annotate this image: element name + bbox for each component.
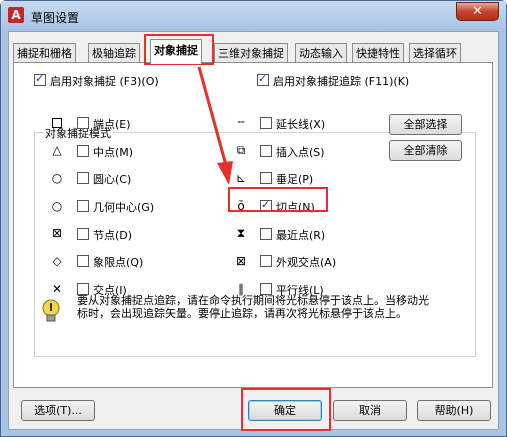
extension-checkbox[interactable] <box>260 117 272 129</box>
nearest-icon: ⧗ <box>236 226 246 240</box>
diamond-icon: ◇ <box>52 254 62 268</box>
node-checkbox[interactable] <box>77 228 89 240</box>
tab-dynamic-input[interactable]: 动态输入 <box>295 43 347 63</box>
insertion-label: 插入点(S) <box>276 146 325 159</box>
nearest-checkbox[interactable] <box>260 228 272 240</box>
apparent-intersection-checkbox[interactable] <box>260 255 272 267</box>
tracking-hint-text: 要从对象捕捉点追踪，请在命令执行期间将光标悬停于该点上。当移动光标时，会出现追踪… <box>77 294 429 320</box>
options-button[interactable]: 选项(T)... <box>21 400 95 421</box>
endpoint-label: 端点(E) <box>93 118 131 131</box>
dialog-body: 捕捉和栅格 极轴追踪 对象捕捉 三维对象捕捉 动态输入 快捷特性 选择循环 启用… <box>8 31 499 430</box>
object-snap-panel: 启用对象捕捉 (F3)(O) 启用对象捕捉追踪 (F11)(K) 对象捕捉模式 … <box>13 62 493 388</box>
center-checkbox[interactable] <box>77 172 89 184</box>
drafting-settings-dialog: A 草图设置 ✕ 捕捉和栅格 极轴追踪 对象捕捉 三维对象捕捉 动态输入 快捷特… <box>0 0 507 437</box>
node-label: 节点(D) <box>93 229 133 242</box>
ok-highlight-box <box>241 388 331 431</box>
tab-quick-properties[interactable]: 快捷特性 <box>352 43 404 63</box>
lightbulb-icon <box>42 299 60 322</box>
extension-label: 延长线(X) <box>276 118 326 131</box>
pointer-arrow-icon <box>197 66 233 185</box>
nearest-label: 最近点(R) <box>276 229 326 242</box>
geometric-center-checkbox[interactable] <box>77 200 89 212</box>
endpoint-checkbox[interactable] <box>77 117 89 129</box>
tab-3d-object-snap[interactable]: 三维对象捕捉 <box>214 43 288 63</box>
close-button[interactable]: ✕ <box>456 2 499 21</box>
perpendicular-checkbox[interactable] <box>260 172 272 184</box>
quadrant-checkbox[interactable] <box>77 255 89 267</box>
title-bar: A 草图设置 ✕ <box>1 1 506 31</box>
tab-object-snap[interactable]: 对象捕捉 <box>150 39 202 64</box>
enable-osnap-checkbox[interactable] <box>34 72 46 86</box>
enable-tracking-checkbox[interactable] <box>257 72 269 86</box>
square-icon <box>50 116 64 130</box>
midpoint-label: 中点(M) <box>93 146 134 159</box>
tab-selection-cycling[interactable]: 选择循环 <box>409 43 461 63</box>
triangle-icon: △ <box>52 143 62 157</box>
center-label: 圆心(C) <box>93 173 132 186</box>
clear-all-button[interactable]: 全部清除 <box>389 140 462 161</box>
quadrant-label: 象限点(Q) <box>93 256 144 269</box>
enable-tracking-label: 启用对象捕捉追踪 (F11)(K) <box>273 75 410 88</box>
cross-icon: ✕ <box>51 282 63 296</box>
apparent-intersection-label: 外观交点(A) <box>276 256 337 269</box>
tab-polar-tracking[interactable]: 极轴追踪 <box>88 43 140 63</box>
help-button[interactable]: 帮助(H) <box>417 400 491 421</box>
enable-osnap-label: 启用对象捕捉 (F3)(O) <box>50 75 159 88</box>
cancel-button[interactable]: 取消 <box>333 400 407 421</box>
apparent-intersection-icon: ⊠ <box>235 254 247 268</box>
tangent-highlight-box <box>228 187 328 212</box>
perpendicular-label: 垂足(P) <box>276 173 314 186</box>
snap-modes-group <box>34 132 476 357</box>
circle-icon: ○ <box>51 171 63 185</box>
tab-snap-grid[interactable]: 捕捉和栅格 <box>13 43 76 63</box>
select-all-button[interactable]: 全部选择 <box>389 114 462 135</box>
window-title: 草图设置 <box>31 11 80 25</box>
midpoint-checkbox[interactable] <box>77 145 89 157</box>
geometric-center-label: 几何中心(G) <box>93 201 155 214</box>
circle-icon: ○ <box>51 199 63 213</box>
autocad-app-icon: A <box>8 7 24 23</box>
node-icon: ⊠ <box>51 226 63 240</box>
insertion-checkbox[interactable] <box>260 145 272 157</box>
tab-strip: 捕捉和栅格 极轴追踪 对象捕捉 三维对象捕捉 动态输入 快捷特性 选择循环 <box>13 39 493 64</box>
